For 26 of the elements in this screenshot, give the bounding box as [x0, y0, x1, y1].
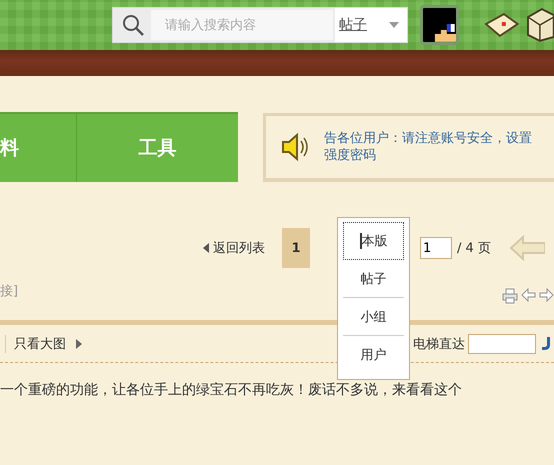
search-icon[interactable]	[121, 13, 145, 37]
search-scope-select[interactable]: 帖子	[335, 8, 407, 42]
avatar[interactable]	[420, 5, 460, 45]
arrow-right-icon[interactable]	[539, 288, 554, 302]
jump-label: 电梯直达	[413, 336, 465, 352]
caret-icon	[76, 338, 82, 348]
post-text: 一个重磅的功能，让各位手上的绿宝石不再吃灰！废话不多说，来看看这个	[0, 381, 463, 399]
menu-item[interactable]: 用户	[343, 336, 404, 374]
jump-input[interactable]	[468, 334, 536, 354]
menu-item[interactable]: 帖子	[343, 260, 404, 298]
caret-icon	[203, 243, 209, 253]
print-icon[interactable]	[502, 288, 518, 304]
arrow-left-icon[interactable]	[521, 288, 536, 302]
view-large-images-link[interactable]: 只看大图	[14, 334, 82, 352]
page-total: / 4 页	[457, 240, 491, 257]
notice-text: 告各位用户：请注意账号安全，设置 强度密码	[324, 130, 532, 164]
back-to-list-link[interactable]: 返回列表	[203, 239, 265, 257]
envelope-icon[interactable]	[484, 12, 520, 38]
menu-item[interactable]: 小组	[343, 298, 404, 336]
speaker-icon	[280, 132, 310, 162]
search-field[interactable]: 请输入搜索内容	[151, 10, 333, 40]
page-number[interactable]: 1	[282, 228, 310, 268]
caret-icon	[388, 22, 399, 28]
box-icon[interactable]	[526, 7, 554, 43]
menu-item[interactable]: 本版	[343, 222, 404, 260]
page-input[interactable]: 1	[420, 237, 452, 259]
